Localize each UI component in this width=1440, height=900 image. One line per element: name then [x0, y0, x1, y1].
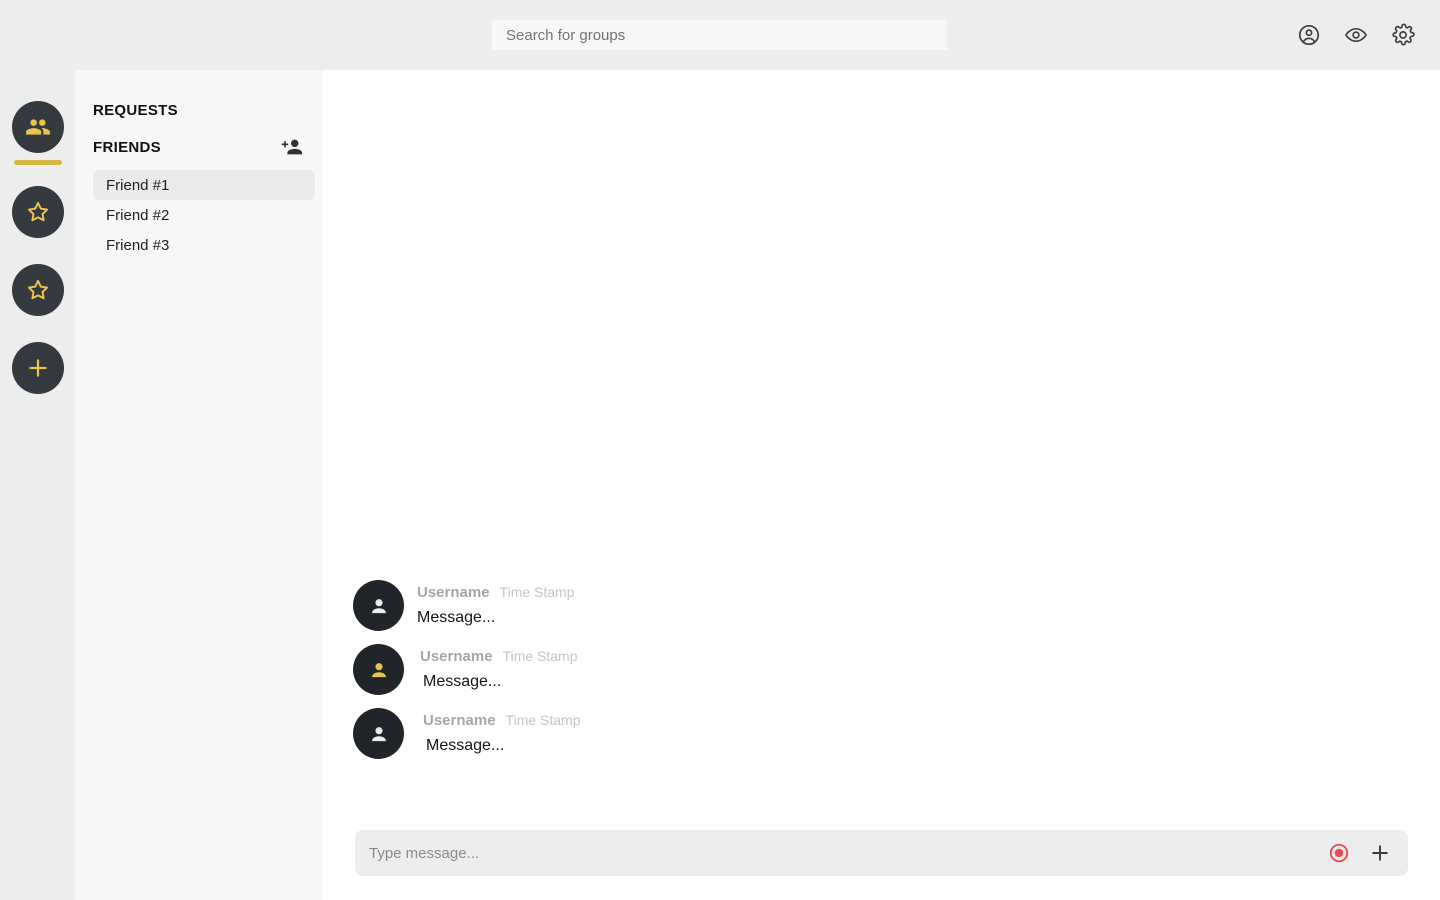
avatar[interactable] — [353, 644, 404, 695]
message-composer — [355, 830, 1408, 876]
message-text: Message... — [417, 609, 496, 626]
rail-item-groups[interactable] — [11, 101, 64, 165]
message-timestamp: Time Stamp — [499, 584, 575, 600]
message-text: Message... — [423, 673, 502, 690]
message-input[interactable] — [367, 830, 1327, 876]
message-list: Username Time Stamp Message... Username … — [322, 580, 1440, 772]
friends-section-header: FRIENDS — [93, 136, 304, 158]
friend-list: Friend #1 Friend #2 Friend #3 — [93, 170, 315, 260]
message-timestamp: Time Stamp — [502, 648, 578, 664]
message-body: Username Time Stamp Message... — [417, 580, 575, 626]
friend-name: Friend #3 — [106, 236, 170, 254]
message-meta: Username Time Stamp — [417, 585, 575, 600]
person-icon — [366, 721, 392, 747]
message-row: Username Time Stamp Message... — [322, 708, 1440, 759]
friend-list-item[interactable]: Friend #1 — [93, 170, 315, 200]
chat-area: Username Time Stamp Message... Username … — [322, 70, 1440, 900]
gear-icon[interactable] — [1390, 22, 1416, 48]
message-row: Username Time Stamp Message... — [322, 644, 1440, 695]
avatar[interactable] — [353, 708, 404, 759]
message-timestamp: Time Stamp — [505, 712, 581, 728]
search-input[interactable] — [492, 20, 947, 50]
message-row: Username Time Stamp Message... — [322, 580, 1440, 631]
message-text: Message... — [426, 737, 505, 754]
rail-button-groups[interactable] — [11, 101, 64, 153]
avatar[interactable] — [353, 580, 404, 631]
plus-icon[interactable] — [1368, 841, 1392, 865]
plus-icon — [24, 354, 52, 382]
message-body: Username Time Stamp Message... — [420, 644, 578, 690]
requests-section-title[interactable]: REQUESTS — [93, 102, 178, 119]
account-circle-icon[interactable] — [1296, 22, 1322, 48]
person-icon — [366, 593, 392, 619]
group-icon — [25, 114, 51, 140]
rail-item-add[interactable] — [11, 342, 64, 394]
person-icon — [366, 657, 392, 683]
icon-rail — [0, 70, 75, 900]
header-actions — [1296, 0, 1416, 70]
app-root: REQUESTS FRIENDS Friend #1 Friend #2 Fri… — [0, 0, 1440, 900]
message-username: Username — [417, 584, 490, 601]
friend-list-item[interactable]: Friend #2 — [93, 200, 315, 230]
message-body: Username Time Stamp Message... — [423, 708, 581, 754]
friend-list-item[interactable]: Friend #3 — [93, 230, 315, 260]
eye-icon[interactable] — [1343, 22, 1369, 48]
rail-button-add[interactable] — [11, 342, 64, 394]
rail-item-favorites-2[interactable] — [11, 264, 64, 316]
message-username: Username — [420, 648, 493, 665]
rail-button-favorites-1[interactable] — [11, 186, 64, 238]
friends-panel: REQUESTS FRIENDS Friend #1 Friend #2 Fri… — [75, 70, 322, 900]
search-box[interactable] — [492, 20, 947, 50]
message-meta: Username Time Stamp — [420, 649, 578, 664]
message-meta: Username Time Stamp — [423, 713, 581, 728]
message-username: Username — [423, 712, 496, 729]
friend-name: Friend #1 — [106, 176, 170, 194]
friends-section-title: FRIENDS — [93, 138, 161, 156]
record-icon[interactable] — [1327, 841, 1351, 865]
rail-button-favorites-2[interactable] — [11, 264, 64, 316]
star-icon — [25, 199, 51, 225]
friend-name: Friend #2 — [106, 206, 170, 224]
rail-active-indicator — [13, 160, 62, 165]
star-icon — [25, 277, 51, 303]
top-header — [0, 0, 1440, 70]
rail-item-favorites-1[interactable] — [11, 186, 64, 238]
person-add-icon[interactable] — [281, 136, 303, 158]
